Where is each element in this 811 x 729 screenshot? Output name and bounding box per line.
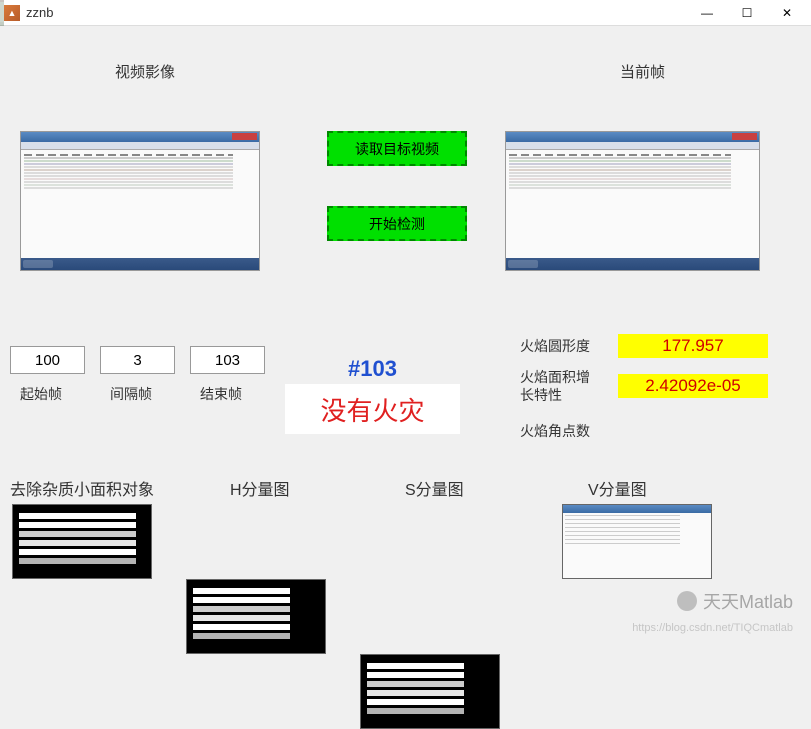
area-growth-label: 火焰面积增长特性 (520, 368, 590, 404)
end-frame-input[interactable]: 103 (190, 346, 265, 374)
v-component-label: V分量图 (588, 476, 647, 500)
s-component-image (360, 654, 500, 729)
start-frame-input[interactable]: 100 (10, 346, 85, 374)
titlebar: ▲ zznb — ☐ ✕ (0, 0, 811, 26)
v-component-image (562, 504, 712, 579)
remove-small-label: 去除杂质小面积对象 (10, 476, 154, 500)
window-title: zznb (26, 5, 687, 20)
video-preview (20, 131, 260, 271)
s-component-label: S分量图 (405, 476, 464, 500)
interval-frame-input[interactable]: 3 (100, 346, 175, 374)
close-button[interactable]: ✕ (767, 0, 807, 26)
detection-result: 没有火灾 (285, 384, 460, 434)
corner-count-label: 火焰角点数 (520, 421, 590, 441)
watermark: 天天Matlab (677, 588, 793, 614)
frame-number: #103 (348, 356, 397, 382)
figure-content: 视频影像 当前帧 读取目标视频 开始检测 100 3 103 起始帧 间隔帧 结… (0, 26, 811, 642)
minimize-button[interactable]: — (687, 0, 727, 26)
video-section-label: 视频影像 (115, 61, 175, 82)
area-growth-value: 2.42092e-05 (618, 374, 768, 398)
current-frame-preview (505, 131, 760, 271)
maximize-button[interactable]: ☐ (727, 0, 767, 26)
read-video-button[interactable]: 读取目标视频 (327, 131, 467, 166)
watermark-text: 天天Matlab (703, 588, 793, 614)
watermark-url: https://blog.csdn.net/TIQCmatlab (632, 622, 793, 634)
roundness-value: 177.957 (618, 334, 768, 358)
watermark-icon (677, 591, 697, 611)
start-frame-label: 起始帧 (20, 384, 62, 404)
interval-frame-label: 间隔帧 (110, 384, 152, 404)
remove-small-image (12, 504, 152, 579)
window-controls: — ☐ ✕ (687, 0, 807, 26)
h-component-image (186, 579, 326, 654)
roundness-label: 火焰圆形度 (520, 336, 590, 356)
h-component-label: H分量图 (230, 476, 290, 500)
frame-section-label: 当前帧 (620, 61, 665, 82)
end-frame-label: 结束帧 (200, 384, 242, 404)
matlab-icon: ▲ (4, 5, 20, 21)
start-detect-button[interactable]: 开始检测 (327, 206, 467, 241)
